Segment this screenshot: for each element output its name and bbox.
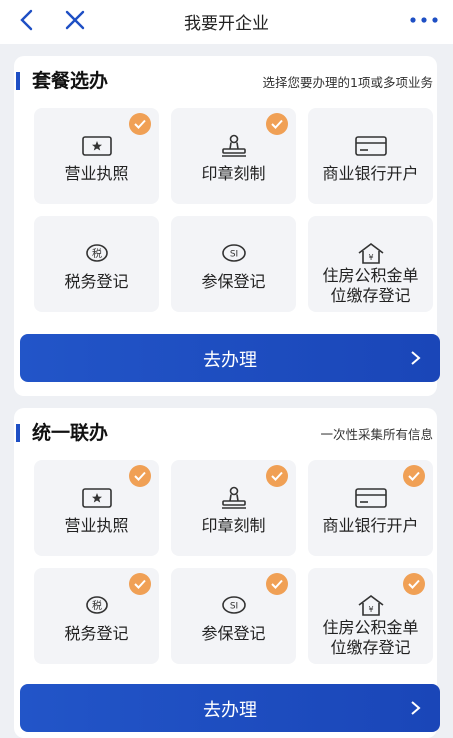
section-header: 统一联办 一次性采集所有信息 [14,408,437,456]
section-title: 统一联办 [32,422,109,444]
stamp-icon [222,134,246,157]
check-icon [403,465,425,487]
check-icon [129,573,151,595]
yuan-glyph: ¥ [368,605,373,614]
yuan-glyph: ¥ [368,253,373,262]
service-tile-bank-account[interactable]: 商业银行开户 [308,108,433,204]
check-icon [129,465,151,487]
top-nav-bar: 我要开企业 [0,0,453,44]
service-tile-housing-fund[interactable]: ¥ 住房公积金单 位缴存登记 [308,568,433,664]
go-handle-button[interactable]: 去办理 [20,334,440,382]
check-icon [403,573,425,595]
service-tile-seal[interactable]: 印章刻制 [171,108,296,204]
license-icon [82,488,112,508]
social-insurance-icon: SI [222,596,246,614]
tile-label: 参保登记 [201,624,266,643]
service-tile-business-license[interactable]: 营业执照 [34,460,159,556]
section-accent-bar [16,424,20,442]
si-glyph: SI [230,602,238,612]
service-tile-tax[interactable]: 税 税务登记 [34,568,159,664]
go-handle-button[interactable]: 去办理 [20,684,440,732]
section-accent-bar [16,72,20,90]
service-tile-seal[interactable]: 印章刻制 [171,460,296,556]
tile-label: 营业执照 [64,164,129,183]
housing-fund-icon: ¥ [358,595,384,616]
tile-label: 税务登记 [64,272,129,291]
stamp-icon [222,486,246,509]
card-icon [355,136,387,156]
service-tile-social-insurance[interactable]: SI 参保登记 [171,216,296,312]
service-tile-bank-account[interactable]: 商业银行开户 [308,460,433,556]
page-title: 我要开企业 [184,14,269,34]
si-glyph: SI [230,250,238,260]
check-icon [266,465,288,487]
tax-glyph: 税 [92,599,102,612]
section-header: 套餐选办 选择您要办理的1项或多项业务 [14,56,437,104]
tile-label: 商业银行开户 [322,516,419,535]
license-icon [82,136,112,156]
tile-label-line1: 住房公积金单 [322,266,419,285]
chevron-right-icon [411,701,421,715]
check-icon [266,573,288,595]
tile-label: 印章刻制 [201,164,266,183]
tile-label: 印章刻制 [201,516,266,535]
tile-label-line2: 位缴存登记 [330,638,411,657]
tile-label: 参保登记 [201,272,266,291]
social-insurance-icon: SI [222,244,246,262]
section-hint: 选择您要办理的1项或多项业务 [262,75,433,90]
card-icon [355,488,387,508]
housing-fund-icon: ¥ [358,243,384,264]
check-icon [266,113,288,135]
check-icon [129,113,151,135]
button-label: 去办理 [203,350,257,371]
service-tile-business-license[interactable]: 营业执照 [34,108,159,204]
tax-icon: 税 [86,596,108,614]
chevron-right-icon [411,351,421,365]
tile-label-line2: 位缴存登记 [330,286,411,305]
more-options-icon[interactable] [405,10,445,30]
section-hint: 一次性采集所有信息 [320,427,433,442]
tile-label: 营业执照 [64,516,129,535]
section-title: 套餐选办 [32,70,109,92]
tile-label-line1: 住房公积金单 [322,618,419,637]
tile-label: 税务登记 [64,624,129,643]
tax-glyph: 税 [92,247,102,260]
tile-label: 商业银行开户 [322,164,419,183]
service-tile-housing-fund[interactable]: ¥ 住房公积金单 位缴存登记 [308,216,433,312]
tax-icon: 税 [86,244,108,262]
service-tile-social-insurance[interactable]: SI 参保登记 [171,568,296,664]
button-label: 去办理 [203,700,257,721]
service-tile-tax[interactable]: 税 税务登记 [34,216,159,312]
